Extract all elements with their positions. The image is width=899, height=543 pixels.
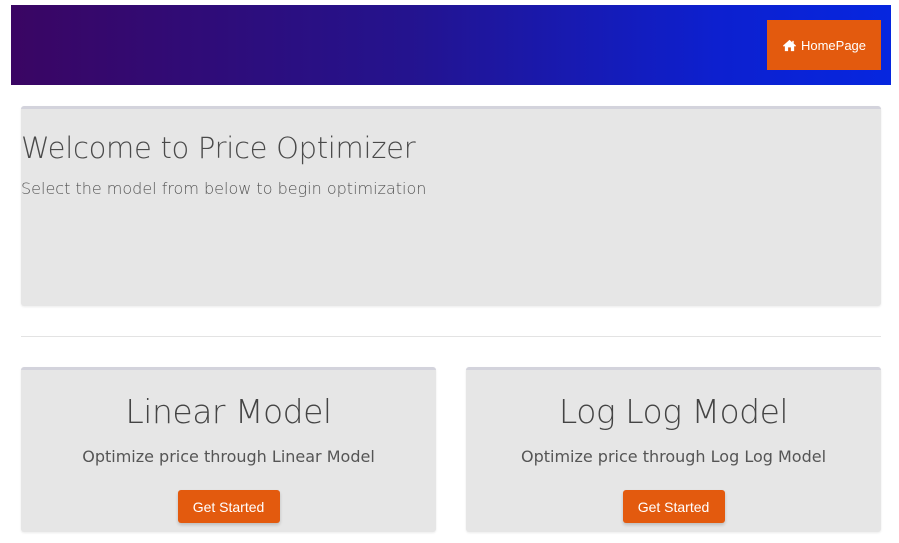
linear-model-card: Linear Model Optimize price through Line… [21, 367, 436, 532]
welcome-panel: Welcome to Price Optimizer Select the mo… [21, 106, 881, 306]
log-log-model-description: Optimize price through Log Log Model [520, 447, 827, 466]
home-icon [782, 39, 797, 52]
page-subtitle: Select the model from below to begin opt… [21, 179, 427, 198]
section-divider [21, 336, 881, 337]
page: HomePage Welcome to Price Optimizer Sele… [0, 0, 899, 543]
log-log-get-started-button[interactable]: Get Started [622, 490, 725, 523]
log-log-model-card: Log Log Model Optimize price through Log… [466, 367, 881, 532]
page-title: Welcome to Price Optimizer [21, 131, 416, 165]
homepage-button-label: HomePage [800, 37, 867, 53]
linear-get-started-button[interactable]: Get Started [177, 490, 280, 523]
top-navbar: HomePage [11, 5, 891, 85]
linear-model-title: Linear Model [125, 392, 332, 431]
log-log-model-title: Log Log Model [558, 392, 789, 431]
linear-model-description: Optimize price through Linear Model [82, 447, 375, 466]
homepage-button[interactable]: HomePage [767, 20, 881, 70]
